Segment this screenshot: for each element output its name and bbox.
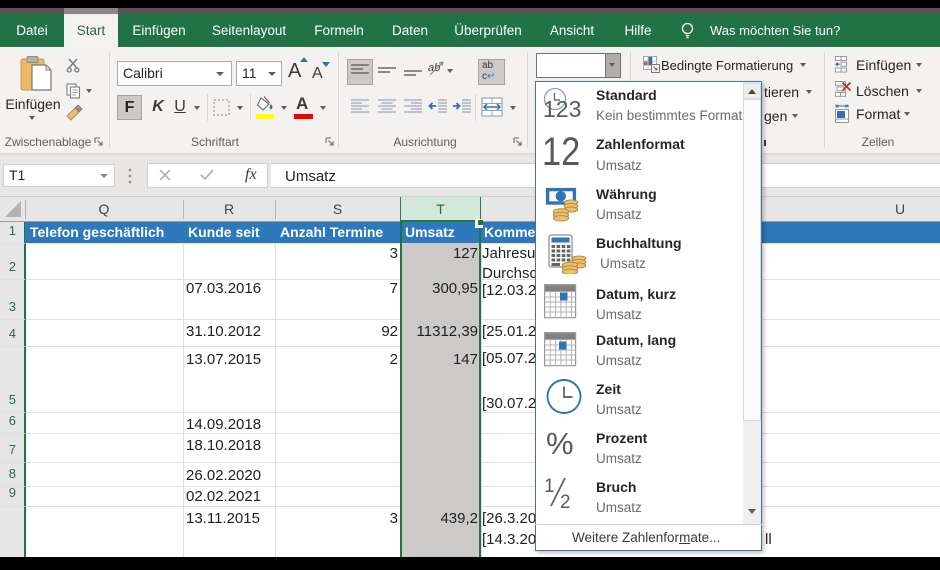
svg-text:1: 1 — [544, 476, 555, 497]
svg-text:ab: ab — [428, 62, 440, 74]
svg-text:123: 123 — [543, 96, 581, 122]
svg-text:2: 2 — [560, 492, 571, 509]
